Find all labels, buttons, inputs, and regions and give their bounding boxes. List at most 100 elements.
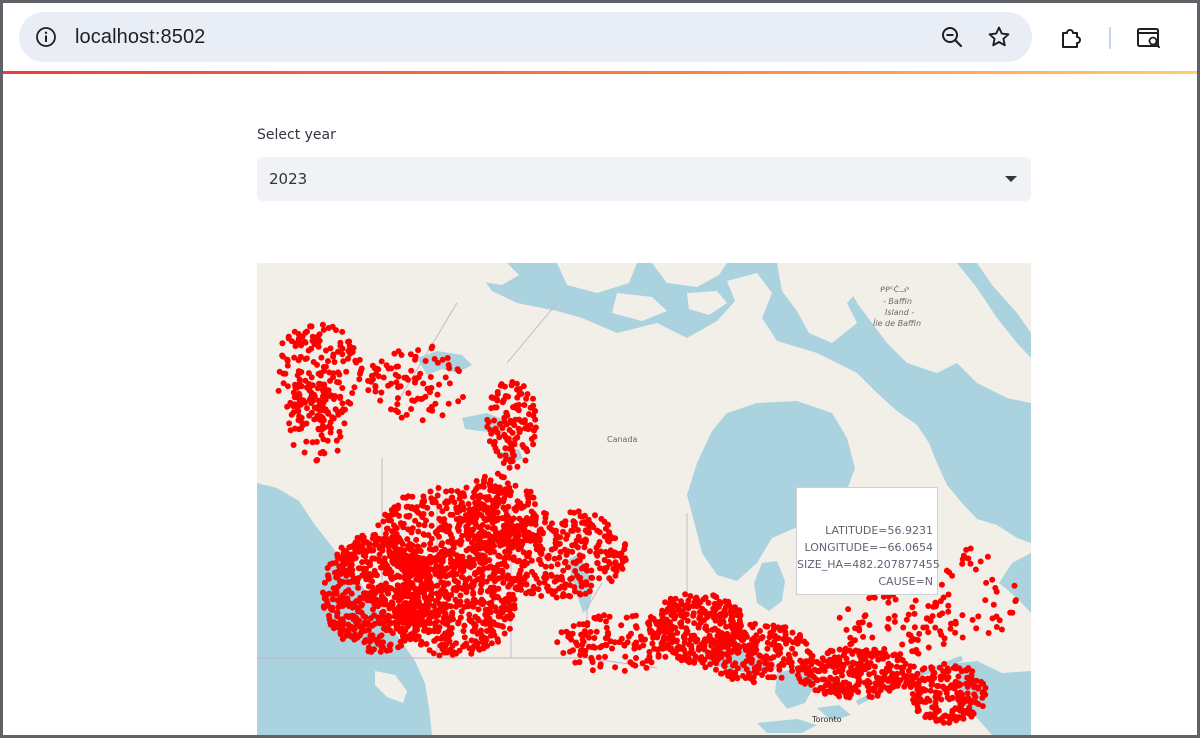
fire-marker[interactable] <box>609 645 616 652</box>
fire-marker[interactable] <box>279 352 286 359</box>
fire-marker[interactable] <box>303 438 310 445</box>
fire-marker[interactable] <box>412 377 419 384</box>
fire-marker[interactable] <box>439 508 446 515</box>
fire-marker[interactable] <box>891 683 898 690</box>
fire-marker[interactable] <box>920 698 927 705</box>
fire-marker[interactable] <box>871 663 878 670</box>
fire-marker[interactable] <box>488 405 495 412</box>
fire-marker[interactable] <box>866 671 873 678</box>
fire-marker[interactable] <box>327 345 334 352</box>
fire-marker[interactable] <box>501 559 508 566</box>
fire-marker[interactable] <box>948 620 954 627</box>
fire-marker[interactable] <box>713 666 719 673</box>
fire-marker[interactable] <box>588 574 595 581</box>
fire-marker[interactable] <box>445 595 452 602</box>
fire-marker[interactable] <box>927 711 934 718</box>
fire-marker[interactable] <box>806 650 813 656</box>
fire-marker[interactable] <box>702 636 708 643</box>
fire-marker[interactable] <box>982 597 989 604</box>
fire-marker[interactable] <box>305 347 312 354</box>
fire-marker[interactable] <box>833 675 840 682</box>
fire-marker[interactable] <box>923 624 930 631</box>
fire-marker[interactable] <box>288 338 295 345</box>
fire-marker[interactable] <box>398 538 404 545</box>
fire-marker[interactable] <box>303 355 310 362</box>
fire-marker[interactable] <box>282 370 289 377</box>
fire-marker[interactable] <box>428 510 435 517</box>
fire-marker[interactable] <box>337 343 344 349</box>
fire-marker[interactable] <box>530 586 537 593</box>
fire-marker[interactable] <box>447 547 454 554</box>
fire-marker[interactable] <box>567 576 574 583</box>
fire-marker[interactable] <box>499 425 506 431</box>
fire-marker[interactable] <box>897 651 904 658</box>
fire-marker[interactable] <box>649 640 656 647</box>
fire-marker[interactable] <box>358 365 365 372</box>
fire-marker[interactable] <box>473 545 480 552</box>
fire-marker[interactable] <box>517 567 524 574</box>
fire-marker[interactable] <box>334 447 341 454</box>
fire-marker[interactable] <box>471 489 478 496</box>
fire-marker[interactable] <box>927 687 934 694</box>
fire-marker[interactable] <box>660 637 667 644</box>
fire-marker[interactable] <box>352 357 359 364</box>
fire-marker[interactable] <box>421 625 428 631</box>
fire-marker[interactable] <box>443 488 450 495</box>
fire-marker[interactable] <box>701 608 708 615</box>
fire-marker[interactable] <box>315 425 322 432</box>
fire-marker[interactable] <box>648 659 655 666</box>
fire-marker[interactable] <box>587 629 594 635</box>
fire-marker[interactable] <box>376 551 383 558</box>
fire-marker[interactable] <box>407 567 414 574</box>
fire-marker[interactable] <box>502 434 509 441</box>
fire-marker[interactable] <box>442 566 449 573</box>
fire-marker[interactable] <box>388 517 394 524</box>
fire-marker[interactable] <box>924 615 930 622</box>
fire-marker[interactable] <box>514 463 521 470</box>
fire-marker[interactable] <box>753 669 760 676</box>
fire-marker[interactable] <box>945 608 952 615</box>
fire-marker[interactable] <box>465 535 472 542</box>
fire-marker[interactable] <box>461 643 467 649</box>
fire-marker[interactable] <box>675 654 681 661</box>
fire-marker[interactable] <box>751 649 758 656</box>
fire-marker[interactable] <box>298 369 305 375</box>
fire-map[interactable]: ᑭᑭᑦᑖᓗᒃ - Baffin Island - Île de Baffin C… <box>257 263 1031 735</box>
fire-marker[interactable] <box>349 567 356 573</box>
fire-marker[interactable] <box>715 628 721 635</box>
fire-marker[interactable] <box>578 538 585 545</box>
fire-marker[interactable] <box>675 606 682 613</box>
fire-marker[interactable] <box>596 575 603 582</box>
fire-marker[interactable] <box>972 566 979 573</box>
fire-marker[interactable] <box>466 545 473 552</box>
fire-marker[interactable] <box>449 540 456 547</box>
fire-marker[interactable] <box>503 536 510 543</box>
fire-marker[interactable] <box>347 400 354 407</box>
fire-marker[interactable] <box>308 323 315 330</box>
fire-marker[interactable] <box>434 391 441 398</box>
fire-marker[interactable] <box>848 640 855 647</box>
fire-marker[interactable] <box>631 645 638 652</box>
fire-marker[interactable] <box>456 368 462 375</box>
fire-marker[interactable] <box>669 623 676 630</box>
fire-marker[interactable] <box>875 656 882 663</box>
fire-marker[interactable] <box>512 585 519 592</box>
fire-marker[interactable] <box>368 372 375 379</box>
fire-marker[interactable] <box>284 362 291 369</box>
fire-marker[interactable] <box>464 559 471 566</box>
fire-marker[interactable] <box>356 376 363 383</box>
fire-marker[interactable] <box>601 566 608 573</box>
fire-marker[interactable] <box>361 569 368 576</box>
fire-marker[interactable] <box>350 616 357 623</box>
fire-marker[interactable] <box>694 596 701 603</box>
fire-marker[interactable] <box>423 517 429 524</box>
fire-marker[interactable] <box>513 543 520 550</box>
fire-marker[interactable] <box>318 432 325 439</box>
fire-marker[interactable] <box>849 687 856 693</box>
fire-marker[interactable] <box>962 667 969 674</box>
fire-marker[interactable] <box>398 594 405 601</box>
fire-marker[interactable] <box>682 656 689 663</box>
fire-marker[interactable] <box>470 589 477 596</box>
fire-marker[interactable] <box>363 637 370 643</box>
fire-marker[interactable] <box>521 417 528 424</box>
